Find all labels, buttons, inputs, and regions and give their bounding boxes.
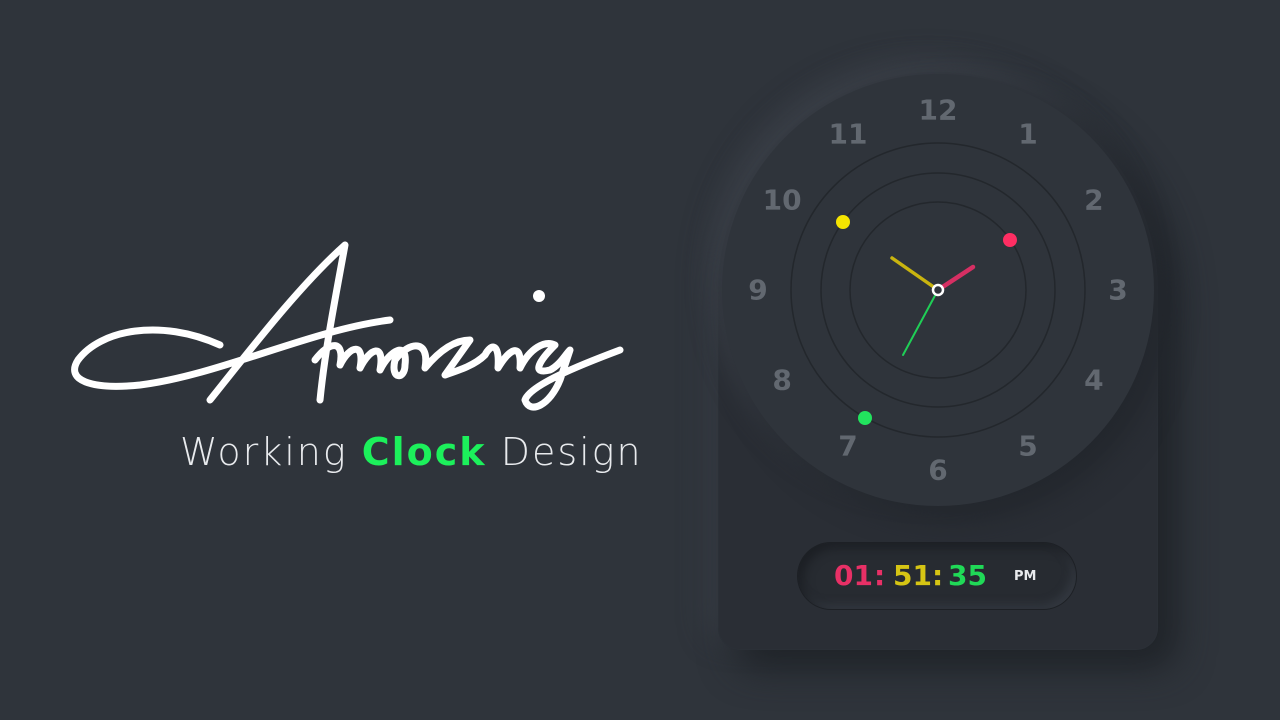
digital-hours: 01 (834, 559, 873, 592)
clock-numeral-6: 6 (928, 454, 947, 487)
second-hand (902, 289, 939, 356)
digital-separator-1: : (874, 559, 886, 592)
subtitle-clock: Clock (361, 430, 487, 474)
clock-numeral-8: 8 (772, 364, 791, 397)
clock-face-svg: 121234567891011 (748, 94, 1127, 487)
digital-ampm: PM (1014, 569, 1037, 584)
second-marker-dot (858, 411, 872, 425)
amazing-script-word (71, 241, 624, 411)
clock-numeral-1: 1 (1018, 118, 1037, 151)
minute-hand (890, 256, 940, 292)
digital-time-display: 01 : 51 : 35 PM (798, 543, 1076, 609)
minute-marker-dot (836, 215, 850, 229)
clock-device: 12 1 2 3 4 5 6 7 8 9 10 11 01 : 51 : 35 PM (718, 72, 1158, 650)
clock-face: 12 1 2 3 4 5 6 7 8 9 10 11 (722, 74, 1154, 506)
digital-minutes: 51 (893, 559, 932, 592)
digital-separator-2: : (932, 559, 944, 592)
clock-numeral-2: 2 (1084, 184, 1103, 217)
center-pin (931, 283, 945, 297)
clock-numeral-4: 4 (1084, 364, 1103, 397)
clock-numeral-10: 10 (763, 184, 802, 217)
page: Working Clock Design 12 1 2 3 4 5 6 7 8 9 10 11 01 … (0, 0, 1280, 720)
digital-seconds: 35 (948, 559, 987, 592)
clock-numeral-12: 12 (919, 94, 958, 127)
clock-numeral-3: 3 (1108, 274, 1127, 307)
subtitle-design: Design (500, 430, 643, 474)
hour-hand (935, 264, 976, 293)
clock-numeral-7: 7 (838, 429, 857, 462)
subtitle-working: Working (180, 430, 348, 474)
subtitle: Working Clock Design (180, 430, 643, 474)
hour-marker-dot (1003, 233, 1017, 247)
headline (60, 190, 680, 450)
clock-numeral-11: 11 (829, 118, 868, 151)
clock-numeral-5: 5 (1018, 429, 1037, 462)
clock-numeral-9: 9 (748, 274, 767, 307)
